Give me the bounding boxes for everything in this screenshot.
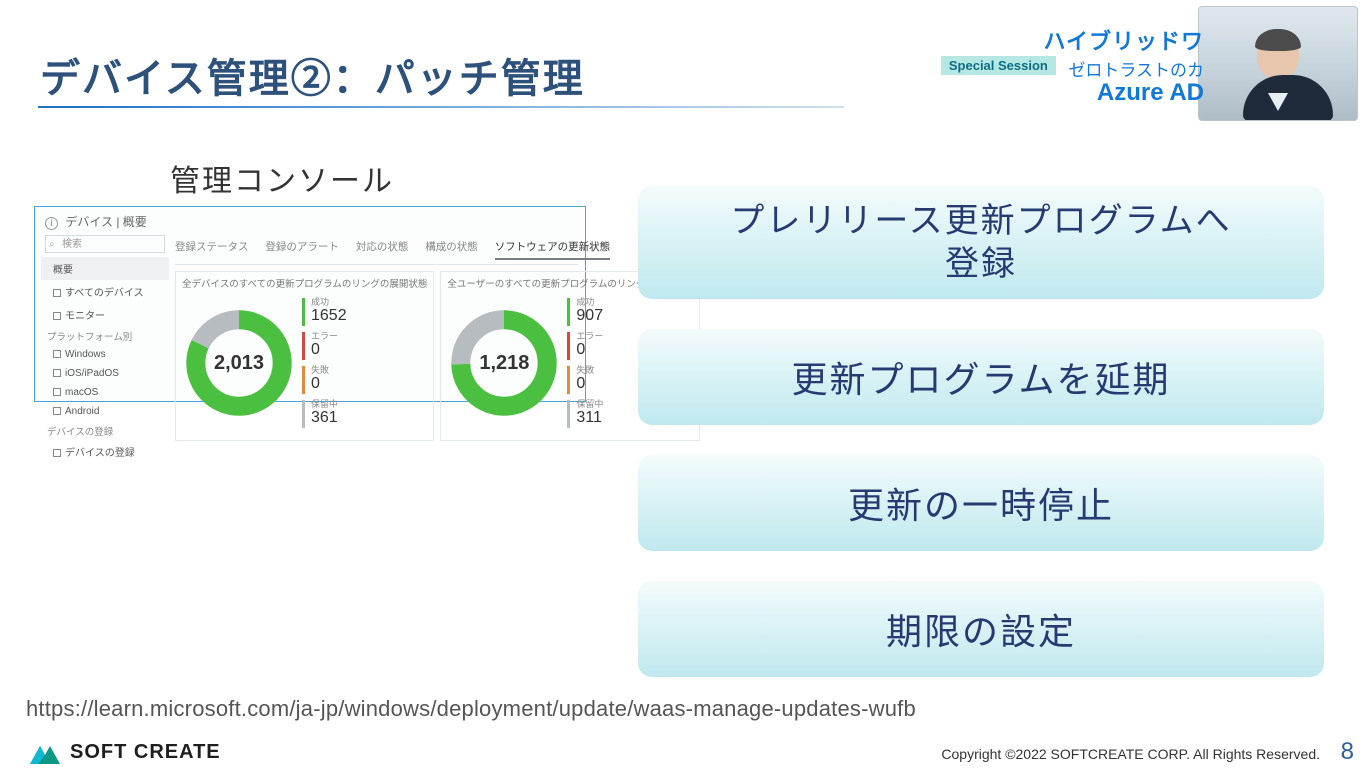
legend-label: 失敗 — [576, 366, 594, 375]
legend-value: 0 — [311, 375, 329, 393]
legend-color-bar — [567, 366, 570, 394]
legend-color-bar — [302, 400, 305, 428]
legend-value: 907 — [576, 307, 603, 325]
legend-value: 0 — [576, 341, 603, 359]
bullet-item: 更新の一時停止 — [638, 455, 1324, 551]
legend-label: エラー — [311, 332, 338, 341]
banner-badge: Special Session — [941, 56, 1056, 75]
bullet-item: プレリリース更新プログラムへ登録 — [638, 186, 1324, 299]
sidebar-item[interactable]: 概要 — [41, 257, 169, 280]
legend-value: 311 — [576, 409, 603, 427]
legend-value: 361 — [311, 409, 338, 427]
sidebar-item[interactable]: すべてのデバイス — [41, 280, 169, 303]
chart-card: 全デバイスのすべての更新プログラムのリングの展開状態 2,013 成功1652 エ… — [175, 271, 434, 441]
legend-color-bar — [302, 298, 305, 326]
sidebar-item[interactable]: デバイスの登録 — [41, 440, 169, 463]
sidebar-group: デバイスの登録 — [41, 421, 169, 440]
slide-title: デバイス管理②：パッチ管理 — [40, 46, 585, 104]
legend-label: エラー — [576, 332, 603, 341]
tab[interactable]: 構成の状態 — [425, 239, 478, 258]
legend-label: 保留中 — [311, 400, 338, 409]
legend-text: 失敗0 — [576, 366, 594, 393]
donut-chart: 1,218 — [447, 306, 561, 420]
legend-label: 保留中 — [576, 400, 603, 409]
donut-chart: 2,013 — [182, 306, 296, 420]
tab[interactable]: 登録ステータス — [175, 239, 249, 258]
bullet-item: 期限の設定 — [638, 581, 1324, 677]
legend-row: エラー0 — [567, 332, 603, 360]
copyright: Copyright ©2022 SOFTCREATE CORP. All Rig… — [941, 746, 1320, 762]
legend-text: 失敗0 — [311, 366, 329, 393]
legend-label: 失敗 — [311, 366, 329, 375]
breadcrumb: i デバイス | 概要 — [45, 213, 147, 230]
title-underline — [38, 106, 844, 108]
presenter-figure — [1243, 31, 1313, 121]
sidebar-item[interactable]: モニター — [41, 303, 169, 326]
breadcrumb-text: デバイス | 概要 — [65, 215, 146, 229]
legend-color-bar — [567, 332, 570, 360]
tab[interactable]: ソフトウェアの更新状態 — [495, 239, 611, 260]
legend-text: 保留中311 — [576, 400, 603, 427]
sidebar-group: プラットフォーム別 — [41, 326, 169, 345]
legend-label: 成功 — [576, 298, 603, 307]
legend-row: 成功1652 — [302, 298, 347, 326]
sidebar-item[interactable]: Android — [41, 402, 169, 421]
info-icon: i — [45, 217, 58, 230]
presenter-webcam — [1198, 6, 1358, 121]
legend-color-bar — [567, 400, 570, 428]
legend-row: エラー0 — [302, 332, 347, 360]
legend-text: 成功907 — [576, 298, 603, 325]
legend-color-bar — [567, 298, 570, 326]
tabs: 登録ステータス 登録のアラート 対応の状態 構成の状態 ソフトウェアの更新状態 — [175, 235, 579, 265]
banner-line3: Azure AD — [774, 79, 1204, 107]
bullet-list: プレリリース更新プログラムへ登録 更新プログラムを延期 更新の一時停止 期限の設… — [638, 186, 1324, 707]
legend-text: 成功1652 — [311, 298, 347, 325]
sidebar-item[interactable]: Windows — [41, 345, 169, 364]
legend: 成功907エラー0失敗0保留中311 — [567, 292, 603, 434]
legend-row: 失敗0 — [567, 366, 603, 394]
legend: 成功1652エラー0失敗0保留中361 — [302, 292, 347, 434]
sidebar: 概要 すべてのデバイス モニター プラットフォーム別 Windows iOS/i… — [41, 257, 169, 463]
donut-total: 2,013 — [182, 306, 296, 420]
legend-row: 成功907 — [567, 298, 603, 326]
legend-color-bar — [302, 332, 305, 360]
donut-total: 1,218 — [447, 306, 561, 420]
banner-line2: ゼロトラストのカ — [1068, 61, 1204, 80]
legend-label: 成功 — [311, 298, 347, 307]
legend-row: 失敗0 — [302, 366, 347, 394]
brand-logo: SOFT CREATE — [30, 741, 221, 764]
legend-value: 0 — [311, 341, 338, 359]
legend-row: 保留中361 — [302, 400, 347, 428]
page-number: 8 — [1341, 738, 1354, 766]
console-body: 登録ステータス 登録のアラート 対応の状態 構成の状態 ソフトウェアの更新状態 … — [175, 235, 579, 395]
chart-title: 全デバイスのすべての更新プログラムのリングの展開状態 — [182, 276, 427, 290]
tab[interactable]: 登録のアラート — [265, 239, 339, 258]
reference-url: https://learn.microsoft.com/ja-jp/window… — [26, 696, 916, 722]
slide: ハイブリッドワ Special Session ゼロトラストのカ Azure A… — [0, 0, 1364, 770]
tab[interactable]: 対応の状態 — [356, 239, 409, 258]
console-caption: 管理コンソール — [170, 156, 394, 200]
charts-row: 全デバイスのすべての更新プログラムのリングの展開状態 2,013 成功1652 エ… — [175, 271, 579, 441]
session-banner: ハイブリッドワ Special Session ゼロトラストのカ Azure A… — [774, 24, 1204, 107]
brand-text: SOFT CREATE — [70, 741, 221, 764]
legend-row: 保留中311 — [567, 400, 603, 428]
banner-line1: ハイブリッドワ — [774, 24, 1204, 56]
legend-color-bar — [302, 366, 305, 394]
search-input[interactable]: 検索 — [45, 235, 165, 253]
bullet-item: 更新プログラムを延期 — [638, 329, 1324, 425]
legend-text: エラー0 — [311, 332, 338, 359]
sidebar-item[interactable]: macOS — [41, 383, 169, 402]
legend-text: 保留中361 — [311, 400, 338, 427]
legend-value: 0 — [576, 375, 594, 393]
sidebar-item[interactable]: iOS/iPadOS — [41, 364, 169, 383]
legend-text: エラー0 — [576, 332, 603, 359]
legend-value: 1652 — [311, 307, 347, 325]
console-screenshot: i デバイス | 概要 検索 概要 すべてのデバイス モニター プラットフォーム… — [34, 206, 586, 402]
logo-icon — [30, 742, 60, 764]
